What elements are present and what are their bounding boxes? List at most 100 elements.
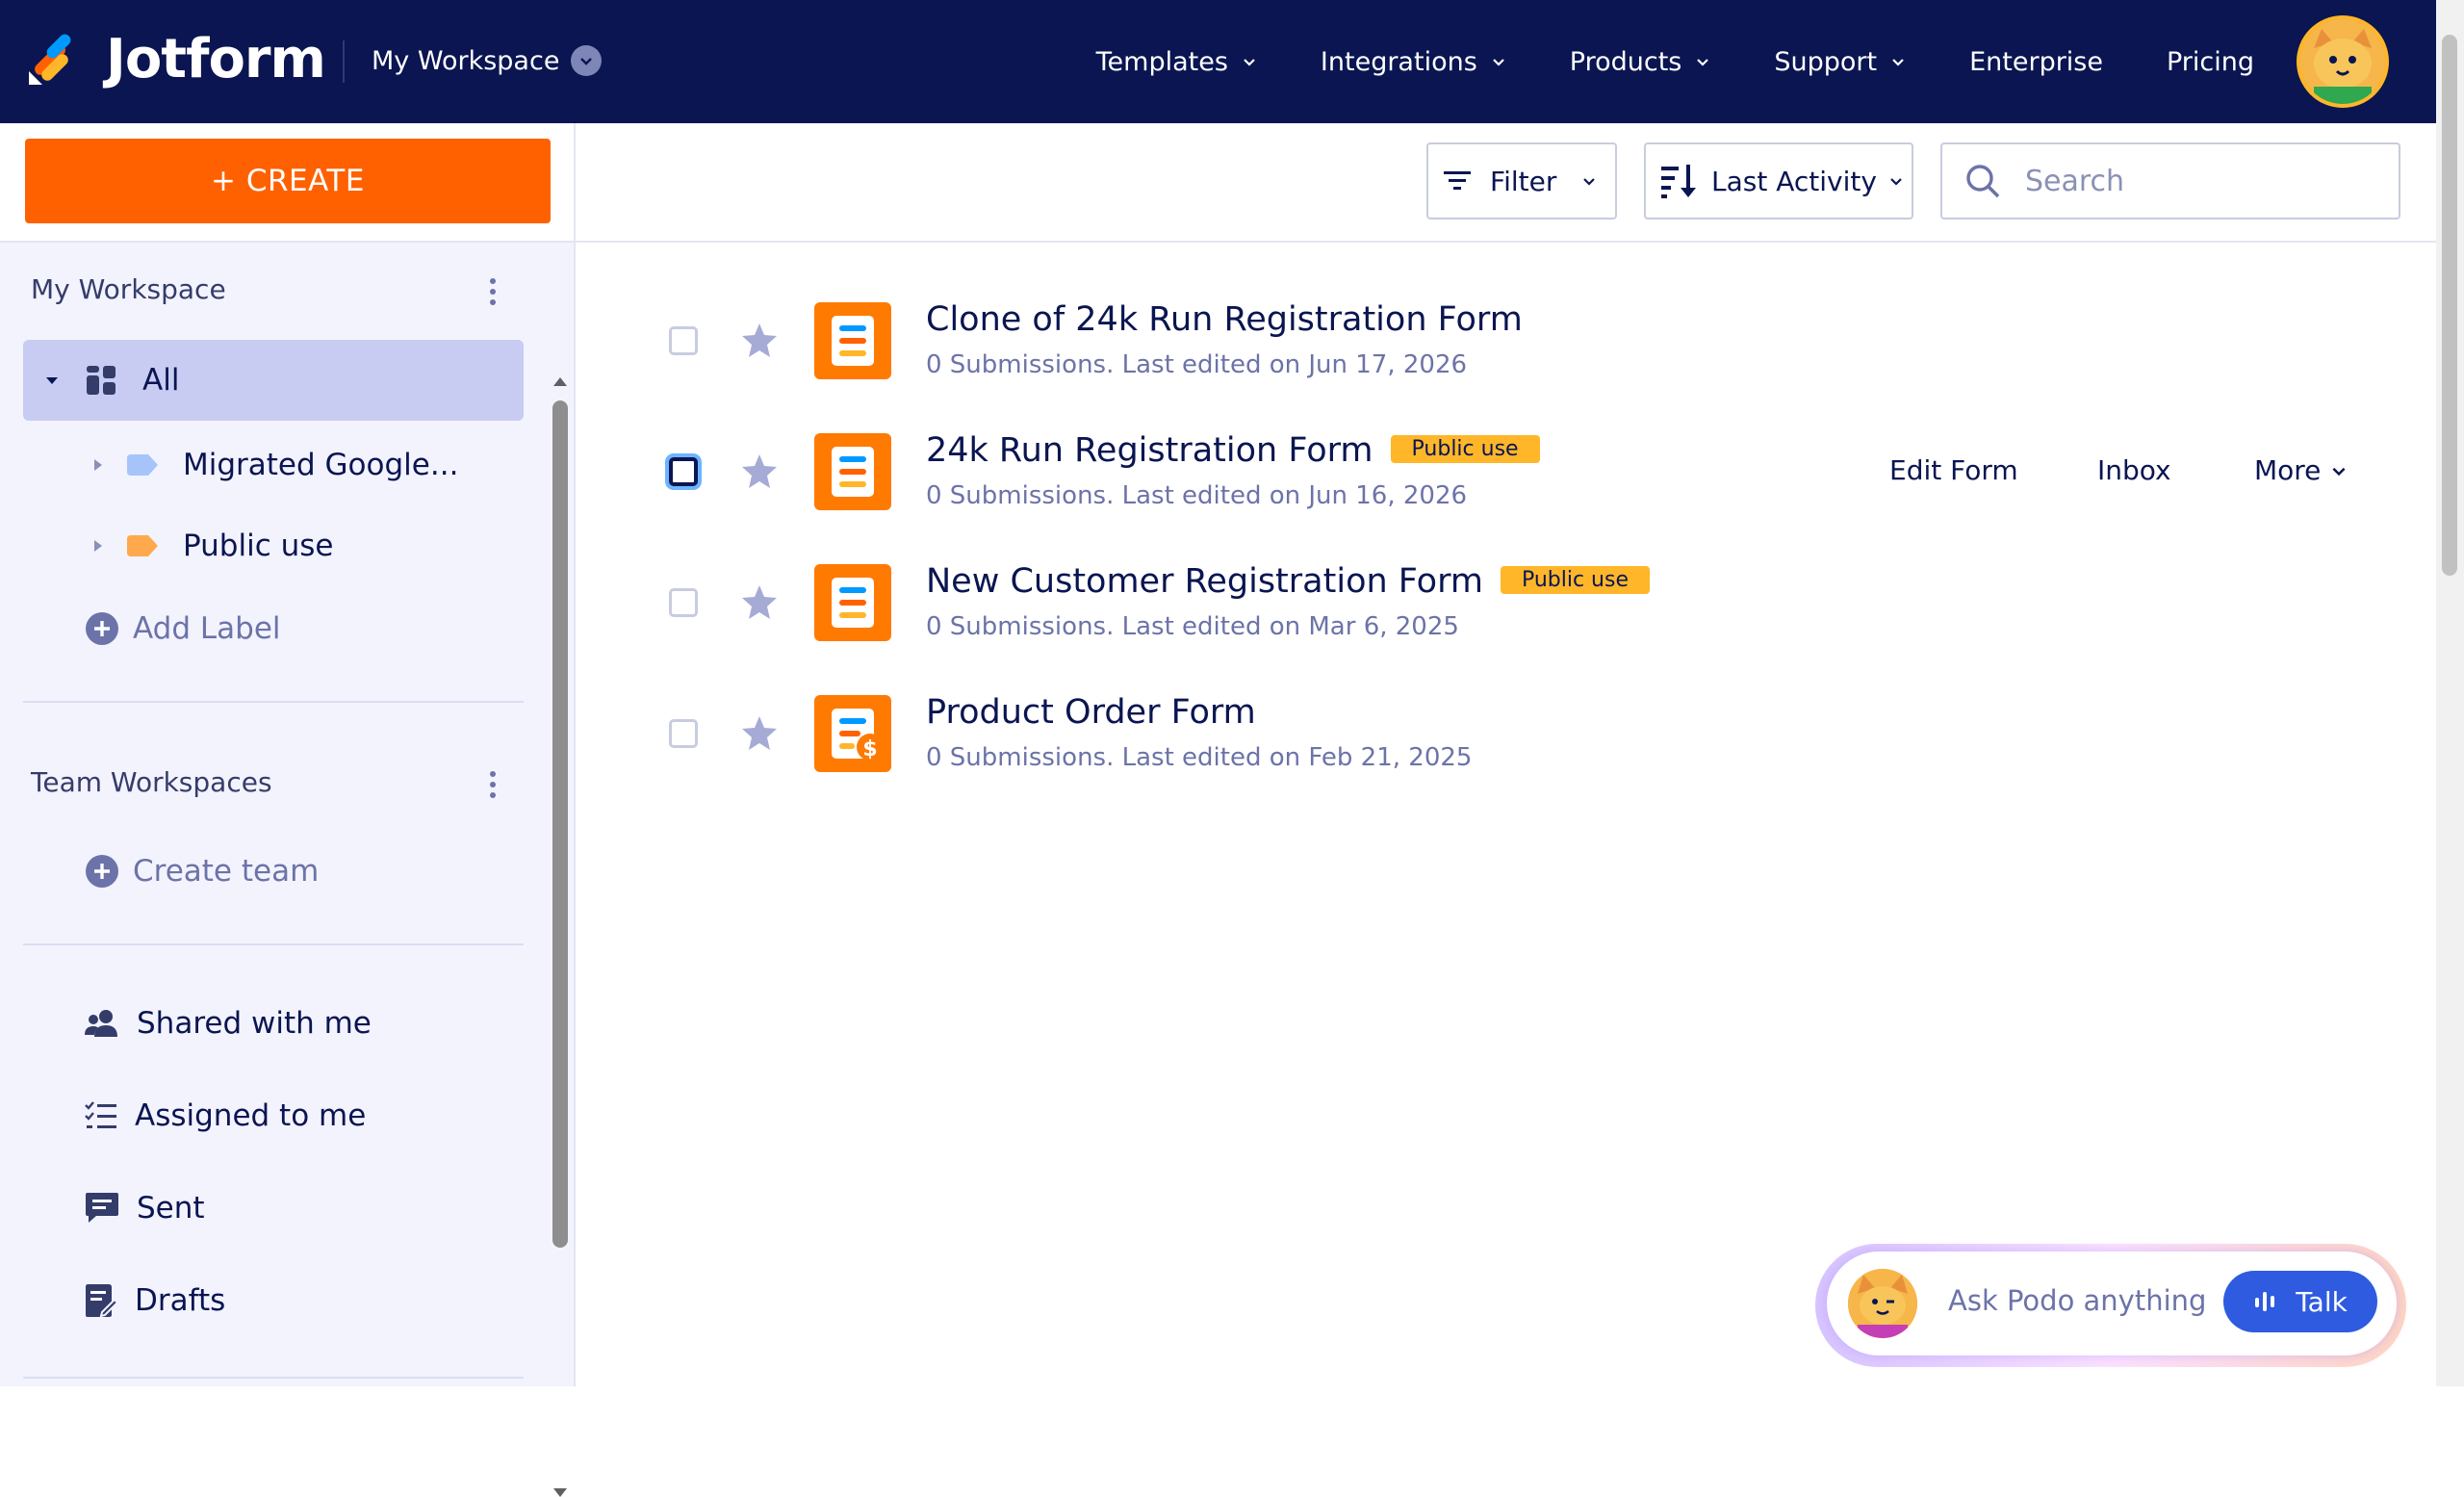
create-team-text: Create team bbox=[133, 854, 320, 889]
form-title[interactable]: Product Order Form bbox=[926, 693, 1256, 732]
sidebar-item-assigned-to-me[interactable]: Assigned to me bbox=[85, 1092, 366, 1140]
star-icon[interactable] bbox=[741, 583, 778, 620]
sidebar-scrollbar[interactable] bbox=[547, 246, 574, 1497]
my-workspace-title: My Workspace bbox=[31, 273, 226, 305]
brand-name: Jotform bbox=[106, 28, 326, 90]
search-box[interactable] bbox=[1940, 142, 2400, 219]
form-meta: 0 Submissions. Last edited on Jun 17, 20… bbox=[926, 350, 1468, 379]
label-badge: Public use bbox=[1500, 566, 1650, 594]
label-name: Public use bbox=[183, 529, 334, 563]
star-icon[interactable] bbox=[741, 452, 778, 489]
form-icon[interactable] bbox=[814, 302, 891, 379]
tag-icon bbox=[127, 535, 158, 556]
form-title-wrap[interactable]: New Customer Registration Form Public use bbox=[926, 562, 1650, 601]
filter-label: Filter bbox=[1490, 165, 1557, 197]
nav-pricing[interactable]: Pricing bbox=[2167, 47, 2254, 77]
top-navigation-bar: Jotform My Workspace Templates Integrati… bbox=[0, 0, 2436, 123]
chevron-down-icon bbox=[1890, 178, 1902, 186]
form-title[interactable]: Clone of 24k Run Registration Form bbox=[926, 300, 1523, 339]
form-title[interactable]: 24k Run Registration Form bbox=[926, 431, 1373, 470]
jotform-logo[interactable]: Jotform bbox=[27, 28, 326, 90]
add-label-button[interactable]: Add Label bbox=[85, 605, 281, 653]
form-row[interactable]: Clone of 24k Run Registration Form 0 Sub… bbox=[576, 275, 2436, 406]
sidebar-item-shared-with-me[interactable]: Shared with me bbox=[85, 999, 372, 1047]
chevron-down-icon bbox=[1244, 59, 1255, 66]
more-button[interactable]: More bbox=[2254, 454, 2348, 486]
sidebar: + CREATE My Workspace All Migrated Googl… bbox=[0, 123, 576, 1497]
sidebar-divider bbox=[23, 1377, 524, 1379]
sort-icon bbox=[1661, 165, 1696, 198]
form-title[interactable]: New Customer Registration Form bbox=[926, 562, 1483, 601]
user-avatar[interactable] bbox=[2297, 15, 2389, 108]
grid-icon bbox=[87, 366, 116, 395]
create-team-button[interactable]: Create team bbox=[85, 847, 319, 895]
label-badge: Public use bbox=[1390, 435, 1540, 463]
payment-form-icon[interactable]: $ bbox=[814, 695, 891, 772]
form-row[interactable]: $ Product Order Form 0 Submissions. Last… bbox=[576, 668, 2436, 799]
sort-button[interactable]: Last Activity bbox=[1644, 142, 1913, 219]
inbox-button[interactable]: Inbox bbox=[2097, 454, 2171, 486]
form-meta: 0 Submissions. Last edited on Jun 16, 20… bbox=[926, 481, 1468, 510]
sidebar-item-label: Shared with me bbox=[137, 1006, 372, 1041]
page-scrollbar-thumb[interactable] bbox=[2442, 35, 2457, 576]
nav-support[interactable]: Support bbox=[1774, 47, 1906, 77]
form-select-checkbox[interactable] bbox=[669, 457, 698, 486]
form-icon[interactable] bbox=[814, 433, 891, 510]
sidebar-label-public-use[interactable]: Public use bbox=[92, 522, 333, 570]
form-select-checkbox[interactable] bbox=[669, 719, 698, 748]
team-workspaces-title: Team Workspaces bbox=[31, 766, 272, 798]
sidebar-item-label: Assigned to me bbox=[135, 1098, 367, 1133]
main-nav: Templates Integrations Products Support … bbox=[1096, 35, 2254, 89]
scroll-up-arrow-icon[interactable] bbox=[553, 377, 567, 386]
form-row[interactable]: New Customer Registration Form Public use… bbox=[576, 537, 2436, 668]
form-select-checkbox[interactable] bbox=[669, 326, 698, 355]
star-icon[interactable] bbox=[741, 714, 778, 751]
jotform-logo-icon bbox=[29, 34, 71, 85]
workspace-switcher[interactable]: My Workspace bbox=[372, 39, 603, 83]
nav-integrations[interactable]: Integrations bbox=[1321, 47, 1506, 77]
caret-down-icon bbox=[46, 377, 58, 384]
nav-item-label: Pricing bbox=[2166, 46, 2254, 77]
team-workspaces-kebab-icon[interactable] bbox=[481, 766, 504, 805]
form-title-wrap[interactable]: 24k Run Registration Form Public use bbox=[926, 431, 1540, 470]
ask-podo-input[interactable]: Ask Podo anything bbox=[1948, 1284, 2206, 1317]
plus-circle-icon bbox=[86, 855, 118, 888]
chat-icon bbox=[86, 1193, 118, 1223]
form-row[interactable]: 24k Run Registration Form Public use 0 Su… bbox=[576, 406, 2436, 537]
sidebar-item-drafts[interactable]: Drafts bbox=[85, 1277, 225, 1325]
nav-products[interactable]: Products bbox=[1570, 47, 1711, 77]
search-input[interactable] bbox=[2023, 163, 2389, 199]
checklist-icon bbox=[85, 1101, 116, 1128]
sidebar-scrollbar-thumb[interactable] bbox=[552, 400, 568, 1248]
talk-button[interactable]: Talk bbox=[2223, 1271, 2377, 1332]
sidebar-label-migrated[interactable]: Migrated Google... bbox=[92, 441, 458, 489]
nav-templates[interactable]: Templates bbox=[1096, 47, 1257, 77]
create-button[interactable]: + CREATE bbox=[25, 139, 551, 223]
page-scrollbar[interactable] bbox=[2436, 0, 2464, 1386]
sidebar-item-label: Sent bbox=[137, 1191, 205, 1226]
sidebar-divider bbox=[23, 943, 524, 945]
label-name: Migrated Google... bbox=[183, 448, 459, 482]
edit-form-button[interactable]: Edit Form bbox=[1889, 454, 2018, 486]
draft-icon bbox=[86, 1284, 117, 1318]
nav-item-label: Support bbox=[1774, 46, 1878, 77]
podo-avatar bbox=[1848, 1269, 1917, 1338]
sidebar-item-all[interactable]: All bbox=[23, 340, 524, 421]
cat-avatar-icon bbox=[1848, 1269, 1917, 1338]
caret-right-icon bbox=[94, 540, 102, 552]
more-label: More bbox=[2254, 454, 2322, 486]
podo-assistant-bar[interactable]: Ask Podo anything Talk bbox=[1827, 1252, 2397, 1355]
scroll-down-arrow-icon[interactable] bbox=[553, 1488, 567, 1497]
star-icon[interactable] bbox=[741, 322, 778, 358]
sidebar-item-sent[interactable]: Sent bbox=[85, 1184, 205, 1232]
nav-enterprise[interactable]: Enterprise bbox=[1969, 47, 2103, 77]
form-icon[interactable] bbox=[814, 564, 891, 641]
form-select-checkbox[interactable] bbox=[669, 588, 698, 617]
filter-button[interactable]: Filter bbox=[1426, 142, 1617, 219]
sort-label: Last Activity bbox=[1711, 165, 1877, 197]
audio-bars-icon bbox=[2255, 1292, 2275, 1311]
form-meta: 0 Submissions. Last edited on Feb 21, 20… bbox=[926, 743, 1473, 772]
chevron-down-icon bbox=[1583, 178, 1596, 186]
talk-label: Talk bbox=[2296, 1285, 2348, 1318]
my-workspace-kebab-icon[interactable] bbox=[481, 273, 504, 312]
